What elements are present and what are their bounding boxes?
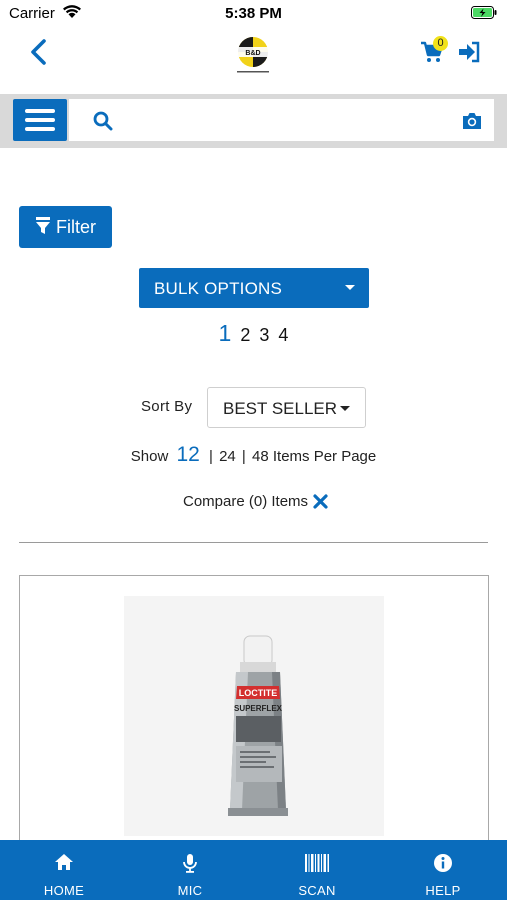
page-current[interactable]: 1	[219, 320, 232, 347]
home-icon	[55, 854, 73, 870]
search-box	[69, 99, 494, 141]
nav-header: B&D 0	[0, 28, 507, 94]
info-icon	[434, 854, 452, 872]
nav-help[interactable]: HELP	[393, 840, 493, 900]
search-bar	[0, 94, 507, 148]
status-bar: Carrier 5:38 PM	[0, 0, 507, 28]
nav-home[interactable]: HOME	[14, 840, 114, 900]
per-page-prefix: Show	[130, 448, 169, 465]
caret-down-icon	[340, 406, 350, 411]
product-name: SUPERFLEX	[234, 704, 283, 713]
search-icon[interactable]	[93, 111, 113, 131]
items-per-page: Show 12 | 24 | 48 Items Per Page	[0, 443, 507, 467]
cart-count-badge: 0	[433, 36, 448, 51]
page-link[interactable]: 2	[240, 325, 250, 346]
status-time: 5:38 PM	[225, 5, 282, 22]
sort-label: Sort By	[141, 398, 193, 415]
per-page-suffix: Items Per Page	[272, 448, 377, 465]
filter-label: Filter	[56, 217, 96, 237]
sort-value: BEST SELLER	[223, 399, 338, 418]
sort-select[interactable]: BEST SELLER	[207, 387, 366, 428]
nav-home-label: HOME	[43, 883, 85, 898]
nav-mic[interactable]: MIC	[140, 840, 240, 900]
nav-scan-label: SCAN	[298, 883, 336, 898]
nav-help-label: HELP	[425, 883, 461, 898]
caret-down-icon	[345, 285, 355, 290]
back-chevron-icon[interactable]	[26, 38, 52, 68]
adhesive-tube-image: LOCTITE SUPERFLEX	[228, 635, 288, 816]
compare-label[interactable]: Compare (0) Items	[183, 493, 308, 510]
per-page-separator: |	[241, 448, 246, 465]
nav-scan[interactable]: SCAN	[267, 840, 367, 900]
filter-icon	[36, 217, 50, 234]
product-image[interactable]: LOCTITE SUPERFLEX	[124, 596, 384, 836]
bulk-options-label: BULK OPTIONS	[154, 279, 283, 298]
close-icon[interactable]	[313, 494, 328, 509]
sign-in-icon[interactable]	[457, 40, 481, 64]
per-page-option[interactable]: 48	[252, 448, 269, 465]
filter-button[interactable]: Filter	[19, 206, 112, 248]
bottom-nav: HOME MIC SCAN HELP	[0, 840, 507, 900]
page-link[interactable]: 4	[278, 325, 288, 346]
hamburger-line	[25, 118, 55, 122]
product-card[interactable]: LOCTITE SUPERFLEX	[19, 575, 489, 865]
per-page-separator: |	[208, 448, 213, 465]
company-logo[interactable]: B&D	[229, 32, 277, 76]
per-page-option[interactable]: 24	[219, 448, 236, 465]
per-page-current[interactable]: 12	[176, 443, 199, 466]
mic-icon	[183, 854, 197, 873]
barcode-icon	[305, 854, 329, 872]
nav-mic-label: MIC	[177, 883, 203, 898]
bulk-options-dropdown[interactable]: BULK OPTIONS	[139, 268, 369, 308]
svg-text:B&D: B&D	[245, 50, 260, 57]
camera-icon[interactable]	[461, 111, 483, 131]
battery-charging-icon	[471, 6, 497, 19]
menu-button[interactable]	[13, 99, 67, 141]
product-brand: LOCTITE	[239, 688, 278, 698]
divider	[19, 542, 488, 543]
page-link[interactable]: 3	[259, 325, 269, 346]
hamburger-line	[25, 127, 55, 131]
pagination: 1 2 3 4	[0, 320, 507, 347]
hamburger-line	[25, 109, 55, 113]
search-input[interactable]	[119, 99, 449, 141]
